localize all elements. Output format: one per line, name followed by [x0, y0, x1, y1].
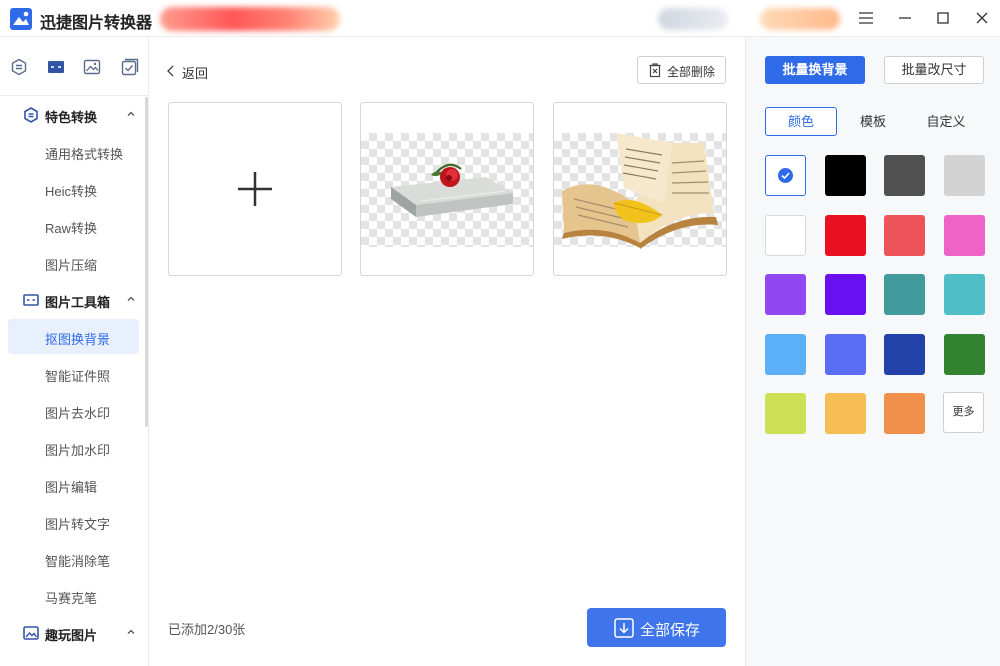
toolbox-icon [23, 294, 39, 306]
group-fun-images[interactable]: 趣玩图片 [0, 616, 145, 650]
color-swatch[interactable] [765, 274, 806, 315]
trash-icon [649, 63, 661, 78]
sidebar: 特色转换 通用格式转换 Heic转换 Raw转换 图片压缩 图片工具箱 抠图换背… [0, 37, 149, 666]
app-logo-icon [10, 8, 32, 30]
sidebar-item-mosaic[interactable]: 马赛克笔 [8, 578, 139, 613]
color-swatch[interactable] [765, 155, 806, 196]
title-bar: 迅捷图片转换器 [0, 0, 1000, 37]
book-rose-image [391, 163, 513, 217]
right-panel: 批量换背景 批量改尺寸 颜色 模板 自定义 更多 [745, 37, 1000, 666]
maximize-icon[interactable] [930, 6, 956, 30]
sidebar-item-label: 图片去水印 [45, 406, 111, 421]
sidebar-item-format-convert[interactable]: 通用格式转换 [8, 134, 139, 169]
sidebar-item-label: 图片压缩 [45, 258, 98, 273]
color-swatch[interactable] [824, 274, 866, 315]
menu-icon[interactable] [853, 6, 879, 30]
color-swatch[interactable] [943, 155, 985, 196]
group-special-convert[interactable]: 特色转换 [0, 98, 145, 132]
added-count: 已添加2/30张 [168, 622, 246, 637]
sidebar-scrollbar[interactable] [145, 97, 148, 427]
color-swatch[interactable] [884, 214, 925, 256]
batch-background-button[interactable]: 批量换背景 [765, 56, 865, 84]
download-icon [614, 618, 634, 638]
color-swatch[interactable] [884, 274, 925, 315]
sidebar-item-cutout[interactable]: 抠图换背景 [8, 319, 139, 354]
delete-all-label: 全部删除 [667, 65, 716, 79]
convert-icon[interactable] [10, 58, 28, 76]
hexagon-icon [24, 107, 38, 123]
app-title: 迅捷图片转换器 [40, 15, 153, 32]
image-thumbnail[interactable] [360, 102, 534, 276]
close-icon[interactable] [969, 6, 995, 30]
sidebar-item-label: Raw转换 [45, 221, 98, 236]
check-icon [778, 168, 793, 183]
group-label: 图片工具箱 [45, 295, 111, 310]
sidebar-item-label: 马赛克笔 [45, 591, 98, 606]
color-swatch[interactable] [765, 214, 806, 256]
sidebar-item-ocr[interactable]: 图片转文字 [8, 504, 139, 539]
sidebar-item-label: 图片加水印 [45, 443, 111, 458]
user-account-area[interactable] [658, 8, 728, 30]
sidebar-item-id-photo[interactable]: 智能证件照 [8, 356, 139, 391]
tab-custom[interactable]: 自定义 [910, 107, 982, 136]
chevron-up-icon[interactable] [125, 108, 137, 120]
save-all-label: 全部保存 [640, 622, 701, 639]
color-swatch[interactable] [884, 333, 925, 375]
sidebar-item-label: 通用格式转换 [45, 147, 124, 162]
color-swatch[interactable] [824, 214, 866, 256]
sidebar-item-label: 图片转文字 [45, 517, 111, 532]
tab-template[interactable]: 模板 [837, 107, 909, 136]
chevron-up-icon[interactable] [125, 626, 137, 638]
chevron-up-icon[interactable] [125, 293, 137, 305]
more-colors-button[interactable]: 更多 [943, 392, 984, 433]
color-swatch[interactable] [884, 155, 925, 196]
color-swatch[interactable] [824, 155, 866, 196]
sidebar-item-add-watermark[interactable]: 图片加水印 [8, 430, 139, 465]
sidebar-item-remove-watermark[interactable]: 图片去水印 [8, 393, 139, 428]
back-label: 返回 [182, 66, 209, 81]
image-icon [23, 626, 39, 640]
group-label: 趣玩图片 [45, 628, 98, 643]
main-content: 返回 全部删除 已添加2/30张 全部保存 [150, 37, 744, 666]
promo-banner[interactable] [160, 7, 340, 31]
toolbox-icon[interactable] [47, 58, 65, 76]
color-swatch[interactable] [824, 393, 866, 434]
plus-icon [238, 172, 272, 206]
sidebar-item-raw[interactable]: Raw转换 [8, 208, 139, 243]
batch-resize-button[interactable]: 批量改尺寸 [884, 56, 984, 84]
sidebar-icon-strip [0, 37, 148, 96]
sidebar-item-label: 智能证件照 [45, 369, 111, 384]
sidebar-item-label: 智能消除笔 [45, 554, 111, 569]
open-book-image [562, 133, 718, 249]
sidebar-item-label: Heic转换 [45, 184, 98, 199]
checklist-icon[interactable] [121, 58, 139, 76]
color-swatch[interactable] [943, 333, 985, 375]
delete-all-button[interactable]: 全部删除 [637, 56, 726, 84]
color-swatch[interactable] [824, 333, 866, 375]
group-label: 特色转换 [45, 110, 98, 125]
image-icon[interactable] [83, 58, 101, 76]
sidebar-item-edit[interactable]: 图片编辑 [8, 467, 139, 502]
sidebar-item-compress[interactable]: 图片压缩 [8, 245, 139, 280]
add-image-card[interactable] [168, 102, 342, 276]
color-swatch[interactable] [943, 214, 985, 256]
tab-color[interactable]: 颜色 [765, 107, 837, 136]
color-swatch[interactable] [765, 393, 806, 434]
group-toolbox[interactable]: 图片工具箱 [0, 283, 145, 317]
save-all-button[interactable]: 全部保存 [587, 608, 726, 647]
chevron-left-icon [167, 65, 174, 77]
color-swatch[interactable] [943, 274, 985, 315]
sidebar-item-label: 图片编辑 [45, 480, 98, 495]
sidebar-item-eraser[interactable]: 智能消除笔 [8, 541, 139, 576]
sidebar-item-heic[interactable]: Heic转换 [8, 171, 139, 206]
minimize-icon[interactable] [892, 6, 918, 30]
image-thumbnail[interactable] [553, 102, 727, 276]
vip-badge[interactable] [760, 8, 840, 30]
sidebar-item-label: 抠图换背景 [45, 332, 111, 347]
color-swatch[interactable] [884, 393, 925, 434]
color-swatch[interactable] [765, 333, 806, 375]
